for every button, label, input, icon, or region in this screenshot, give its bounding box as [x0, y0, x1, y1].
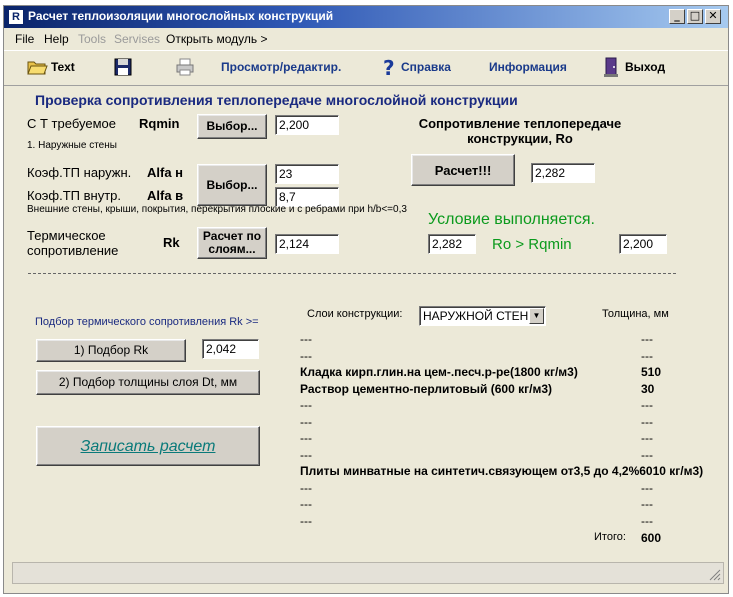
menu-tools[interactable]: Tools [78, 32, 106, 46]
layer-thickness: --- [641, 348, 653, 363]
layer-thickness: --- [641, 497, 653, 511]
toolbar-exit-button[interactable]: Выход [625, 60, 665, 74]
app-icon: R [8, 9, 24, 25]
layer-thickness: --- [641, 480, 653, 495]
ro-title: Сопротивление теплопередаче конструкции,… [400, 116, 640, 146]
calc-by-layers-line2: слоям... [208, 242, 256, 256]
section-divider [28, 273, 676, 274]
toolbar-text-button[interactable]: Text [51, 60, 75, 74]
thickness-header: Толщина, мм [602, 308, 669, 320]
save-disk-icon[interactable] [112, 56, 134, 78]
print-icon[interactable] [174, 56, 196, 78]
layer-name: --- [300, 348, 312, 363]
layers-type-select[interactable]: НАРУЖНОЙ СТЕНЫ ▼ [419, 306, 546, 326]
save-calculation-button[interactable]: Записать расчет [36, 426, 260, 466]
section-heading: Проверка сопротивления теплопередаче мно… [35, 92, 518, 108]
layer-thickness: --- [641, 513, 653, 528]
condition-status: Условие выполняется. [428, 211, 595, 228]
layer-name: --- [300, 513, 312, 528]
toolbar-view-edit-button[interactable]: Просмотр/редактир. [221, 60, 341, 74]
open-folder-icon[interactable] [26, 56, 48, 78]
maximize-button[interactable]: □ [687, 9, 703, 24]
chevron-down-icon[interactable]: ▼ [529, 308, 544, 324]
coef-note: Внешние стены, крыши, покрытия, перекрыт… [27, 204, 407, 215]
rk-field[interactable]: 2,124 [275, 234, 339, 254]
layer-thickness: --- [641, 447, 653, 462]
ro-compare-field[interactable]: 2,282 [428, 234, 476, 254]
layer-name: Кладка кирп.глин.на цем-.песч.р-ре(1800 … [300, 365, 578, 379]
layer-name: Плиты минватные на синтетич.связующем от… [300, 464, 704, 478]
layer-name: --- [300, 497, 312, 511]
toolbar-info-button[interactable]: Информация [489, 60, 567, 74]
layer-thickness: --- [641, 398, 653, 412]
layers-label: Слои конструкции: [307, 308, 403, 320]
menu-file[interactable]: File [15, 32, 34, 46]
selection-title: Подбор термического сопротивления Rk >= [35, 316, 259, 328]
toolbar-help-button[interactable]: Справка [401, 60, 451, 74]
toolbar: Text Просмотр/редактир. ? Справка Информ… [4, 50, 728, 86]
close-button[interactable]: ✕ [705, 9, 721, 24]
layer-name: --- [300, 447, 312, 462]
layer-thickness: 510 [641, 365, 662, 379]
calculate-button[interactable]: Расчет!!! [411, 154, 515, 186]
rqmin-select-button[interactable]: Выбор... [197, 114, 267, 139]
alfa-inner-symbol: Alfa в [147, 188, 184, 203]
layer-name: Раствор цементно-перлитовый (600 кг/м3) [300, 381, 552, 396]
app-window: R Расчет теплоизоляции многослойных конс… [3, 5, 729, 594]
ro-title-line2: конструкции, Ro [467, 131, 573, 146]
help-question-icon[interactable]: ? [379, 56, 401, 78]
total-value: 600 [641, 531, 662, 545]
minimize-button[interactable]: _ [669, 9, 685, 24]
rk-symbol: Rk [163, 235, 180, 250]
rqmin-symbol: Rqmin [139, 116, 180, 131]
layer-name: --- [300, 414, 312, 429]
thermal-label: Термическое сопротивление [27, 228, 118, 258]
thermal-label-line2: сопротивление [27, 243, 119, 258]
window-title: Расчет теплоизоляции многослойных констр… [28, 9, 334, 23]
layer-thickness: --- [641, 414, 653, 429]
layer-thickness: 30 [641, 381, 655, 396]
resize-grip-icon[interactable] [709, 569, 721, 581]
alfa-outer-field[interactable]: 23 [275, 164, 339, 184]
menu-open-module[interactable]: Открыть модуль > [166, 32, 267, 46]
layer-thickness: --- [641, 431, 653, 445]
exit-door-icon[interactable] [601, 56, 623, 78]
thermal-label-line1: Термическое [27, 228, 106, 243]
svg-text:?: ? [383, 56, 395, 78]
alfa-select-button[interactable]: Выбор... [197, 164, 267, 206]
menu-servises[interactable]: Servises [114, 32, 160, 46]
alfa-inner-label: Коэф.ТП внутр. [27, 188, 122, 203]
alfa-outer-label: Коэф.ТП наружн. [27, 165, 132, 180]
horizontal-scrollbar[interactable] [12, 562, 724, 584]
total-label: Итого: [594, 531, 626, 543]
select-thickness-button[interactable]: 2) Подбор толщины слоя Dt, мм [36, 370, 260, 395]
layer-name: --- [300, 398, 312, 412]
required-label: С Т требуемое [27, 116, 116, 131]
layers-type-value: НАРУЖНОЙ СТЕНЫ [423, 309, 539, 323]
title-bar[interactable]: R Расчет теплоизоляции многослойных конс… [4, 6, 728, 28]
menu-help[interactable]: Help [44, 32, 69, 46]
menu-bar: File Help Tools Servises Открыть модуль … [4, 29, 728, 49]
layer-name: --- [300, 332, 312, 346]
rqmin-field[interactable]: 2,200 [275, 115, 339, 135]
layer-name: --- [300, 431, 312, 445]
ro-field[interactable]: 2,282 [531, 163, 595, 183]
layer-name: --- [300, 480, 312, 495]
rk-target-field[interactable]: 2,042 [202, 339, 259, 359]
select-rk-button[interactable]: 1) Подбор Rk [36, 339, 186, 362]
layer-thickness: --- [641, 332, 653, 346]
ro-comparison: Ro > Rqmin [492, 236, 572, 253]
construction-type-note: 1. Наружные стены [27, 140, 117, 151]
calc-by-layers-button[interactable]: Расчет по слоям... [197, 227, 267, 259]
rqmin-compare-field[interactable]: 2,200 [619, 234, 667, 254]
alfa-outer-symbol: Alfa н [147, 165, 184, 180]
ro-title-line1: Сопротивление теплопередаче [418, 116, 622, 131]
